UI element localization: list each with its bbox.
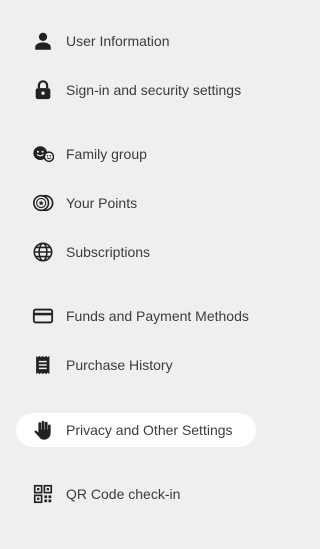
- menu-item-label: Subscriptions: [66, 244, 151, 260]
- menu-item-your-points[interactable]: Your Points: [16, 186, 256, 220]
- menu-item-label: Purchase History: [66, 357, 173, 373]
- menu-item-label: Funds and Payment Methods: [66, 308, 249, 324]
- receipt-icon: [32, 354, 54, 376]
- menu-item-privacy-settings[interactable]: Privacy and Other Settings: [16, 413, 256, 447]
- menu-item-subscriptions[interactable]: Subscriptions: [16, 235, 256, 269]
- menu-item-funds-payment[interactable]: Funds and Payment Methods: [16, 299, 256, 333]
- menu-item-family-group[interactable]: Family group: [16, 137, 256, 171]
- points-icon: [32, 192, 54, 214]
- menu-item-label: Family group: [66, 146, 147, 162]
- menu-item-qr-check-in[interactable]: QR Code check-in: [16, 477, 256, 511]
- globe-icon: [32, 241, 54, 263]
- menu-item-user-information[interactable]: User Information: [16, 24, 256, 58]
- menu-item-label: User Information: [66, 33, 170, 49]
- menu-item-label: QR Code check-in: [66, 486, 181, 502]
- family-icon: [32, 143, 54, 165]
- menu-item-label: Privacy and Other Settings: [66, 422, 233, 438]
- menu-item-sign-in-security[interactable]: Sign-in and security settings: [16, 73, 256, 107]
- hand-icon: [32, 419, 54, 441]
- menu-item-label: Your Points: [66, 195, 138, 211]
- credit-card-icon: [32, 305, 54, 327]
- menu-item-purchase-history[interactable]: Purchase History: [16, 348, 256, 382]
- menu-item-label: Sign-in and security settings: [66, 82, 242, 98]
- user-icon: [32, 30, 54, 52]
- qr-code-icon: [32, 483, 54, 505]
- lock-icon: [32, 79, 54, 101]
